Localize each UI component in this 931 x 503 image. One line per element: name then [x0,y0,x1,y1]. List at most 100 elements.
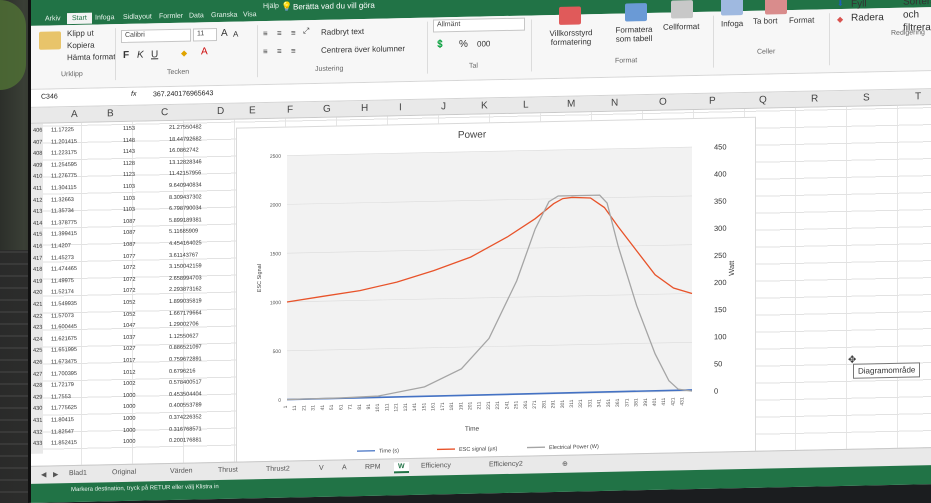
shrink-font-button[interactable]: A [233,30,238,39]
orientation-icon[interactable]: ⤢ [303,26,309,36]
column-header-l[interactable]: L [523,100,529,111]
align-left-icon[interactable]: ≡ [263,47,268,56]
format-cells-button[interactable]: Format [789,16,814,26]
table-cell[interactable]: 1072 [123,265,135,271]
table-cell[interactable]: 11.304115 [51,185,77,192]
table-cell[interactable]: 11.82547 [51,429,74,435]
grow-font-button[interactable]: A [221,28,228,39]
insert-button[interactable]: Infoga [721,19,743,28]
table-cell[interactable]: 11.852415 [51,440,77,447]
table-cell[interactable]: 1103 [123,195,135,201]
table-cell[interactable]: 13.12828346 [169,159,202,166]
clear-button[interactable]: Radera [851,12,884,24]
add-sheet-icon[interactable]: ⊕ [558,459,572,469]
sheet-tab-värden[interactable]: Värden [166,466,197,476]
table-cell[interactable]: 1123 [123,172,135,178]
sheet-tab-efficiency2[interactable]: Efficiency2 [485,460,527,470]
table-cell[interactable]: 11.621675 [51,336,77,343]
name-box[interactable]: C346 [41,93,58,100]
align-bottom-icon[interactable]: ≡ [291,28,296,37]
table-cell[interactable]: 0.886521097 [169,345,202,352]
conditional-format-icon[interactable] [559,6,581,25]
currency-icon[interactable]: 💲 [435,39,445,48]
paste-icon[interactable] [39,31,61,50]
column-header-i[interactable]: I [399,102,402,113]
column-header-b[interactable]: B [107,108,114,119]
table-cell[interactable]: 0.6796216 [169,368,195,375]
tab-start[interactable]: Start [67,12,92,25]
sheet-tab-w[interactable]: W [394,462,409,474]
tell-me-search[interactable]: Berätta vad du vill göra [293,1,375,12]
sheet-tab-v[interactable]: V [315,464,328,473]
sheet-tab-rpm[interactable]: RPM [361,463,385,472]
table-cell[interactable]: 5.11685909 [169,229,198,236]
power-chart[interactable]: 0 500 1000 1500 2000 2500 0 50 100 150 200 250 300 35… [237,118,757,469]
table-cell[interactable]: 1.667179664 [169,310,202,317]
table-cell[interactable]: 11.775625 [51,405,77,412]
tab-infoga[interactable]: Infoga [95,14,114,21]
table-cell[interactable]: 11.17225 [51,127,74,133]
number-format-select[interactable]: Allmänt [433,17,525,33]
column-header-a[interactable]: A [71,109,78,120]
table-cell[interactable]: 1087 [123,242,135,248]
table-cell[interactable]: 11.52174 [51,289,74,295]
table-cell[interactable]: 1047 [123,323,135,329]
table-cell[interactable]: 11.276775 [51,173,77,180]
conditional-format-button[interactable]: Villkorsstyrd formatering [539,28,603,47]
table-cell[interactable]: 6.798790034 [169,206,202,213]
comma-style-button[interactable]: 000 [477,39,490,48]
table-cell[interactable]: 1000 [123,439,135,445]
table-cell[interactable]: 1000 [123,427,135,433]
eraser-icon[interactable]: ◆ [837,15,843,24]
align-top-icon[interactable]: ≡ [263,29,268,38]
fill-color-icon[interactable]: ◆ [181,49,187,58]
table-cell[interactable]: 1000 [123,416,135,422]
table-cell[interactable]: 2.658994703 [169,275,202,282]
column-header-o[interactable]: O [659,97,667,108]
table-cell[interactable]: 1148 [123,137,135,143]
table-cell[interactable]: 0.453504404 [169,391,202,398]
tab-arkiv[interactable]: Arkiv [45,15,61,22]
table-cell[interactable]: 11.673475 [51,359,77,366]
table-cell[interactable]: 11.378775 [51,220,77,227]
table-cell[interactable]: 1077 [123,253,135,259]
underline-button[interactable]: U [151,49,158,60]
table-cell[interactable]: 11.201415 [51,139,77,146]
table-cell[interactable]: 5.899189381 [169,217,202,224]
table-cell[interactable]: 21.27550482 [169,124,202,131]
tab-hjalp[interactable]: Hjälp [263,3,279,10]
table-cell[interactable]: 1027 [123,346,135,352]
column-header-q[interactable]: Q [759,95,767,106]
next-sheet-icon[interactable]: ▶ [49,469,62,479]
align-right-icon[interactable]: ≡ [291,46,296,55]
font-name-field[interactable]: Calibri [121,28,191,44]
table-cell[interactable]: 1017 [123,358,135,364]
sheet-tab-blad1[interactable]: Blad1 [65,469,91,479]
column-header-g[interactable]: G [323,104,331,115]
table-cell[interactable]: 11.45273 [51,255,74,261]
table-cell[interactable]: 11.72179 [51,382,74,388]
table-cell[interactable]: 1143 [123,149,135,155]
column-header-t[interactable]: T [915,91,921,102]
table-cell[interactable]: 1.29002706 [169,322,199,329]
fill-button[interactable]: Fyll [851,0,867,10]
table-cell[interactable]: 11.223175 [51,150,77,157]
italic-button[interactable]: K [137,50,144,61]
table-cell[interactable]: 9.640940834 [169,182,202,189]
table-cell[interactable]: 11.651995 [51,347,77,354]
bold-button[interactable]: F [123,50,129,61]
table-cell[interactable]: 1052 [123,300,135,306]
sheet-tab-thrust2[interactable]: Thrust2 [262,464,294,474]
column-header-r[interactable]: R [811,93,818,104]
column-header-m[interactable]: M [567,99,575,110]
delete-cells-icon[interactable] [765,0,787,15]
table-cell[interactable]: 1103 [123,207,135,213]
fill-down-icon[interactable]: ⬇ [837,0,844,8]
cell-styles-icon[interactable] [671,0,693,19]
table-cell[interactable]: 1072 [123,277,135,283]
tab-granska[interactable]: Granska [211,12,237,20]
table-cell[interactable]: 3.61143767 [169,252,198,259]
table-cell[interactable]: 18.44792682 [169,136,202,143]
table-cell[interactable]: 11.254595 [51,162,77,169]
column-header-h[interactable]: H [361,103,368,114]
